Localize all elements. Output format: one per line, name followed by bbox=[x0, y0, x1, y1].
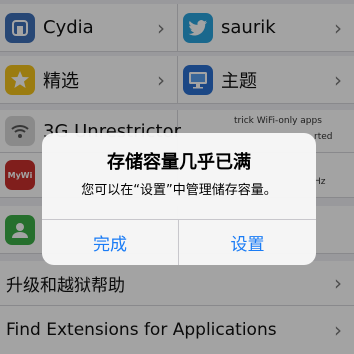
done-button[interactable]: 完成 bbox=[42, 220, 178, 265]
cydia-home-screen: Cydia › saurik › 精选 › 主题 › 3G Unrestrict… bbox=[0, 0, 354, 354]
storage-alert-dialog: 存储容量几乎已满 您可以在“设置”中管理储存容量。 完成 设置 bbox=[42, 133, 316, 265]
alert-title: 存储容量几乎已满 bbox=[107, 152, 251, 173]
settings-button[interactable]: 设置 bbox=[179, 220, 316, 265]
alert-message: 您可以在“设置”中管理储存容量。 bbox=[81, 183, 277, 198]
